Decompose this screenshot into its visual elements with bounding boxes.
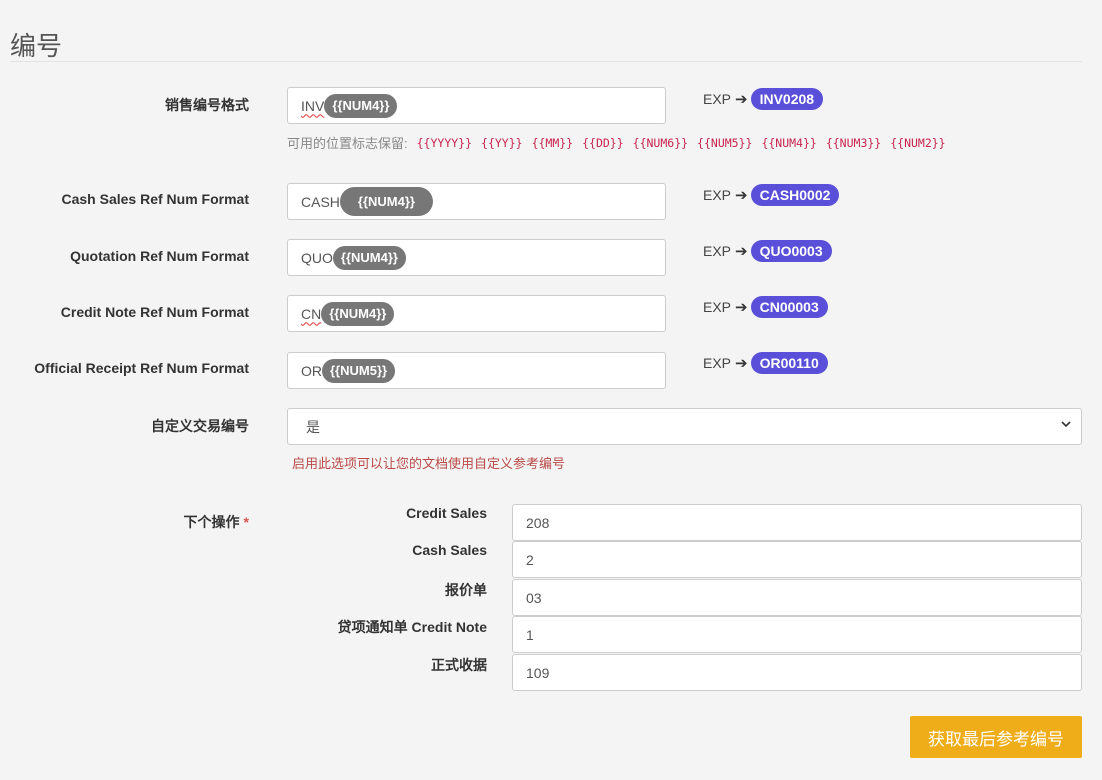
cash-format-input[interactable]: CASH {{NUM4}} (287, 183, 666, 220)
input-value: 1 (526, 626, 534, 643)
input-value: 2 (526, 551, 534, 568)
credit-note-format-input[interactable]: CN {{NUM4}} (287, 295, 666, 332)
sales-format-example: EXP ➔ INV0208 (703, 88, 824, 110)
next-credit-sales-input[interactable]: 208 (512, 504, 1082, 541)
exp-label: EXP (703, 299, 732, 315)
placeholder-token: {{NUM2}} (890, 135, 946, 150)
input-value: 03 (526, 589, 542, 606)
placeholder-token: {{MM}} (531, 135, 574, 150)
next-cash-sales-input[interactable]: 2 (512, 541, 1082, 578)
format-prefix: CN (301, 305, 322, 322)
example-badge: OR00110 (750, 352, 828, 374)
exp-label: EXP (703, 355, 732, 371)
arrow-right-icon: ➔ (735, 187, 748, 204)
next-action-label-text: 下个操作 (183, 514, 240, 530)
chevron-down-icon (1061, 421, 1071, 428)
exp-label: EXP (703, 243, 732, 259)
format-token[interactable]: {{NUM4}} (339, 187, 433, 216)
format-token[interactable]: {{NUM4}} (321, 301, 395, 326)
next-receipt-input[interactable]: 109 (512, 654, 1082, 691)
next-credit-note-label: 贷项通知单 Credit Note (337, 619, 487, 635)
placeholder-help-text: 可用的位置标志保留: (287, 136, 408, 151)
next-action-label: 下个操作 * (184, 512, 249, 532)
fetch-last-ref-button[interactable]: 获取最后参考编号 (910, 716, 1082, 758)
placeholder-help: 可用的位置标志保留: {{YYYY}} {{YY}} {{MM}} {{DD}}… (287, 133, 946, 152)
example-badge: CN00003 (750, 296, 828, 318)
arrow-right-icon: ➔ (735, 299, 748, 316)
custom-number-help: 启用此选项可以让您的文档使用自定义参考编号 (292, 456, 566, 471)
example-badge: CASH0002 (750, 184, 840, 206)
next-credit-note-input[interactable]: 1 (512, 616, 1082, 653)
select-value: 是 (306, 418, 320, 435)
format-token[interactable]: {{NUM4}} (324, 93, 398, 118)
placeholder-token: {{YYYY}} (416, 135, 473, 150)
format-token[interactable]: {{NUM5}} (322, 358, 396, 383)
custom-number-label: 自定义交易编号 (151, 418, 249, 434)
quotation-format-label: Quotation Ref Num Format (70, 248, 249, 264)
quotation-format-input[interactable]: QUO {{NUM4}} (287, 239, 666, 276)
sales-format-input[interactable]: INV {{NUM4}} (287, 87, 666, 124)
title-divider (10, 61, 1082, 62)
placeholder-token: {{NUM5}} (697, 135, 753, 150)
cash-format-label: Cash Sales Ref Num Format (61, 191, 250, 207)
placeholder-token: {{YY}} (481, 135, 523, 150)
placeholder-token: {{DD}} (582, 135, 624, 150)
cash-format-example: EXP ➔ CASH0002 (703, 184, 840, 206)
next-credit-sales-label: Credit Sales (406, 505, 487, 521)
example-badge: INV0208 (750, 88, 824, 110)
arrow-right-icon: ➔ (735, 91, 748, 108)
placeholder-token: {{NUM3}} (825, 135, 882, 150)
exp-label: EXP (703, 91, 732, 107)
next-cash-sales-label: Cash Sales (412, 542, 487, 558)
placeholder-token: {{NUM6}} (632, 135, 689, 150)
exp-label: EXP (703, 187, 732, 203)
format-prefix: QUO (301, 249, 333, 266)
page-title: 编号 (10, 32, 63, 62)
credit-note-format-label: Credit Note Ref Num Format (60, 304, 249, 320)
format-token[interactable]: {{NUM4}} (332, 245, 406, 270)
next-quotation-input[interactable]: 03 (512, 579, 1082, 616)
receipt-format-label: Official Receipt Ref Num Format (34, 360, 249, 376)
arrow-right-icon: ➔ (735, 243, 748, 260)
example-badge: QUO0003 (750, 240, 832, 262)
custom-number-select[interactable]: 是 (287, 408, 1082, 445)
arrow-right-icon: ➔ (735, 355, 748, 372)
format-prefix: INV (301, 97, 325, 114)
quotation-format-example: EXP ➔ QUO0003 (703, 240, 832, 262)
input-value: 109 (526, 664, 550, 681)
format-prefix: CASH (301, 193, 340, 210)
placeholder-token: {{NUM4}} (761, 135, 817, 150)
receipt-format-example: EXP ➔ OR00110 (703, 352, 828, 374)
next-receipt-label: 正式收据 (431, 657, 487, 673)
format-prefix: OR (301, 362, 322, 379)
input-value: 208 (526, 514, 550, 531)
sales-format-label: 销售编号格式 (165, 97, 249, 113)
required-mark: * (243, 514, 249, 530)
credit-note-format-example: EXP ➔ CN00003 (703, 296, 828, 318)
next-quotation-label: 报价单 (445, 582, 487, 598)
receipt-format-input[interactable]: OR {{NUM5}} (287, 352, 666, 389)
